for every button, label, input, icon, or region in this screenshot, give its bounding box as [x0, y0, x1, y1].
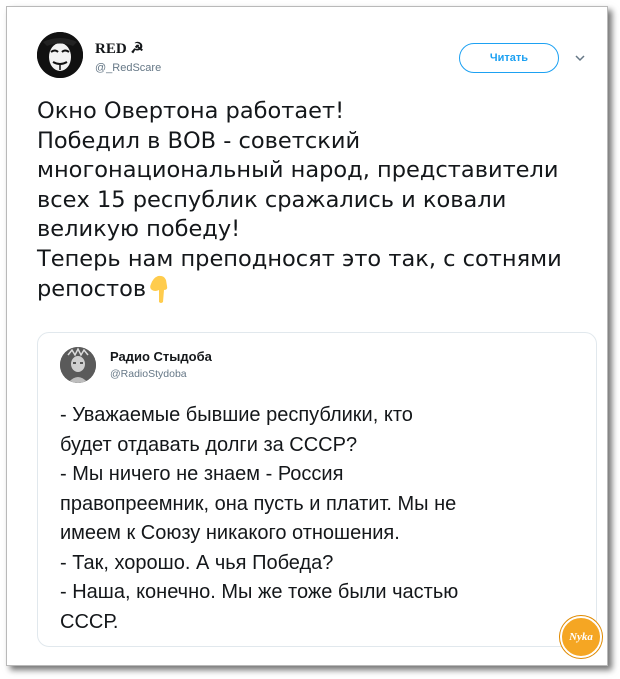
- tweet-line: Теперь нам преподносят это так, с сотням…: [37, 245, 562, 272]
- quote-line: - Мы ничего не знаем - Россия: [60, 463, 344, 485]
- quote-line: правопреемник, она пусть и платит. Мы не: [60, 492, 457, 515]
- follow-button[interactable]: Читать: [459, 43, 559, 73]
- tweet-line-last: репостов: [37, 274, 597, 305]
- tweet-text: Окно Овертона работает! Победил в ВОВ - …: [37, 97, 597, 305]
- pointing-down-hand-emoji-icon: [150, 275, 168, 303]
- quote-line: имеем к Союзу никакого отношения.: [60, 522, 400, 544]
- quote-line: будет отдавать долги за СССР?: [60, 433, 358, 456]
- quote-user-handle[interactable]: @RadioStydoba: [110, 368, 187, 380]
- quoted-tweet[interactable]: Радио Стыдоба @RadioStydoba - Уважаемые …: [37, 332, 597, 647]
- user-handle[interactable]: @_RedScare: [95, 62, 161, 74]
- tweet-card: RED ☭ @_RedScare Читать Окно Овертона ра…: [6, 6, 608, 666]
- user-avatar[interactable]: [37, 32, 83, 78]
- quote-line: - Уважаемые бывшие республики, кто: [60, 404, 413, 426]
- tweet-line-text: репостов: [37, 276, 147, 302]
- statue-icon: [60, 347, 96, 383]
- quote-line: - Так, хорошо. А чья Победа?: [60, 551, 334, 574]
- quote-user-name[interactable]: Радио Стыдоба: [110, 349, 212, 364]
- tweet-line: Окно Овертона работает!: [37, 98, 345, 124]
- guy-fawkes-mask-icon: [37, 32, 83, 78]
- tweet-line: многонациональный народ, представители: [37, 157, 559, 183]
- tweet-line: великую победу!: [37, 216, 241, 242]
- tweet-line: всех 15 республик сражались и ковали: [37, 186, 507, 213]
- chevron-down-icon[interactable]: [573, 51, 587, 65]
- quote-line: СССР.: [60, 610, 119, 633]
- quote-user-avatar[interactable]: [60, 347, 96, 383]
- tweet-line: Победил в ВОВ - советский: [37, 127, 361, 154]
- quote-line: - Наша, конечно. Мы же тоже были частью: [60, 581, 459, 603]
- user-name[interactable]: RED ☭: [95, 39, 144, 58]
- quote-text: - Уважаемые бывшие республики, кто будет…: [60, 401, 590, 637]
- site-watermark-logo: Nyka: [560, 616, 602, 658]
